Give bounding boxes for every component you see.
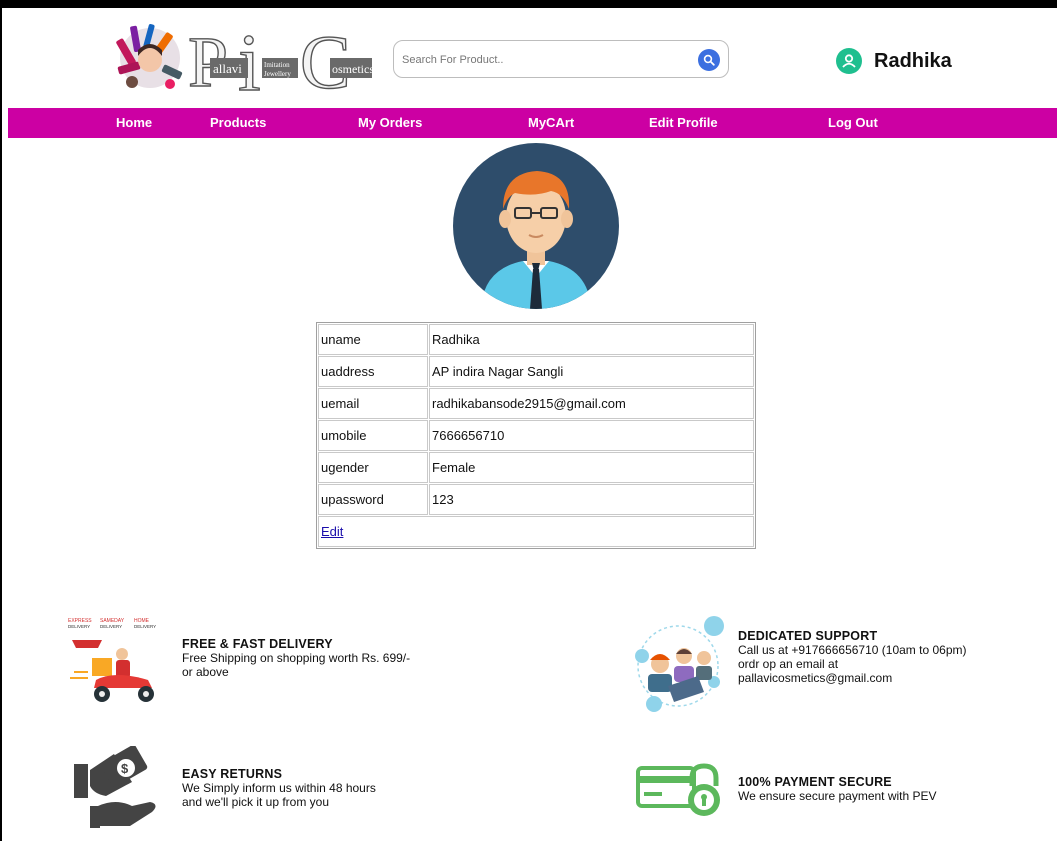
edit-cell: Edit (318, 516, 754, 547)
svg-text:DELIVERY: DELIVERY (68, 624, 90, 629)
feature-returns: EASY RETURNS We Simply inform us within … (182, 767, 482, 809)
user-menu[interactable]: Radhika (836, 46, 952, 76)
table-row: uname Radhika (318, 324, 754, 355)
logo-letter-i: i (238, 17, 261, 98)
search-input[interactable] (400, 49, 694, 71)
nav-my-cart[interactable]: MyCArt (528, 108, 574, 138)
profile-table: uname Radhika uaddress AP indira Nagar S… (316, 322, 756, 549)
feature-payment: 100% PAYMENT SECURE We ensure secure pay… (738, 775, 1038, 803)
feature-returns-title: EASY RETURNS (182, 767, 283, 781)
user-name: Radhika (874, 49, 952, 72)
edit-link[interactable]: Edit (321, 524, 343, 539)
svg-text:DELIVERY: DELIVERY (100, 624, 122, 629)
profile-value: Female (429, 452, 754, 483)
feature-support-title: DEDICATED SUPPORT (738, 629, 878, 643)
feature-support: DEDICATED SUPPORT Call us at +9176666567… (738, 629, 1038, 685)
window-left-border (0, 8, 2, 841)
profile-value: Radhika (429, 324, 754, 355)
table-row: uemail radhikabansode2915@gmail.com (318, 388, 754, 419)
returns-icon: $ (70, 744, 162, 834)
table-row: upassword 123 (318, 484, 754, 515)
table-row: umobile 7666656710 (318, 420, 754, 451)
nav-products[interactable]: Products (210, 108, 266, 138)
profile-value: AP indira Nagar Sangli (429, 356, 754, 387)
profile-key: uname (318, 324, 428, 355)
table-row: ugender Female (318, 452, 754, 483)
nav-edit-profile[interactable]: Edit Profile (649, 108, 718, 138)
search-button[interactable] (698, 49, 720, 71)
profile-avatar (453, 143, 619, 309)
logo-word-allavi: allavi (213, 61, 242, 76)
logo-word-jewellery: Jewellery (264, 70, 291, 78)
user-icon (836, 48, 862, 74)
profile-value: 7666656710 (429, 420, 754, 451)
feature-delivery-text: Free Shipping on shopping worth Rs. 699/… (182, 651, 411, 679)
avatar-illustration (453, 143, 619, 309)
feature-delivery: FREE & FAST DELIVERY Free Shipping on sh… (182, 637, 482, 679)
profile-value: radhikabansode2915@gmail.com (429, 388, 754, 419)
nav-log-out[interactable]: Log Out (828, 108, 878, 138)
logo-word-osmetics: osmetics (332, 62, 374, 76)
feature-payment-title: 100% PAYMENT SECURE (738, 775, 892, 789)
feature-payment-text: We ensure secure payment with PEV (738, 789, 937, 803)
feature-returns-text: We Simply inform us within 48 hours and … (182, 781, 376, 809)
profile-key: upassword (318, 484, 428, 515)
svg-text:DELIVERY: DELIVERY (134, 624, 156, 629)
logo-word-imitation: Imitation (264, 61, 290, 69)
profile-key: uemail (318, 388, 428, 419)
secure-payment-icon (636, 762, 720, 820)
table-row: uaddress AP indira Nagar Sangli (318, 356, 754, 387)
delivery-icon: EXPRESS SAMEDAY HOME DELIVERY DELIVERY D… (66, 614, 164, 706)
profile-value: 123 (429, 484, 754, 515)
window-top-border (0, 0, 1057, 8)
nav-my-orders[interactable]: My Orders (358, 108, 422, 138)
site-logo[interactable]: P i C allavi Imitation Jewellery osmetic… (110, 16, 376, 98)
support-icon (628, 612, 728, 718)
profile-key: ugender (318, 452, 428, 483)
feature-delivery-title: FREE & FAST DELIVERY (182, 637, 333, 651)
main-nav: Home Products My Orders MyCArt Edit Prof… (8, 108, 1057, 138)
search-icon (703, 54, 715, 66)
logo-graphic: P i C allavi Imitation Jewellery osmetic… (116, 16, 374, 98)
feature-support-text: Call us at +917666656710 (10am to 06pm) … (738, 643, 967, 685)
profile-key: umobile (318, 420, 428, 451)
table-row-edit: Edit (318, 516, 754, 547)
svg-text:$: $ (121, 761, 129, 776)
nav-home[interactable]: Home (116, 108, 152, 138)
search-bar (393, 40, 729, 78)
profile-key: uaddress (318, 356, 428, 387)
